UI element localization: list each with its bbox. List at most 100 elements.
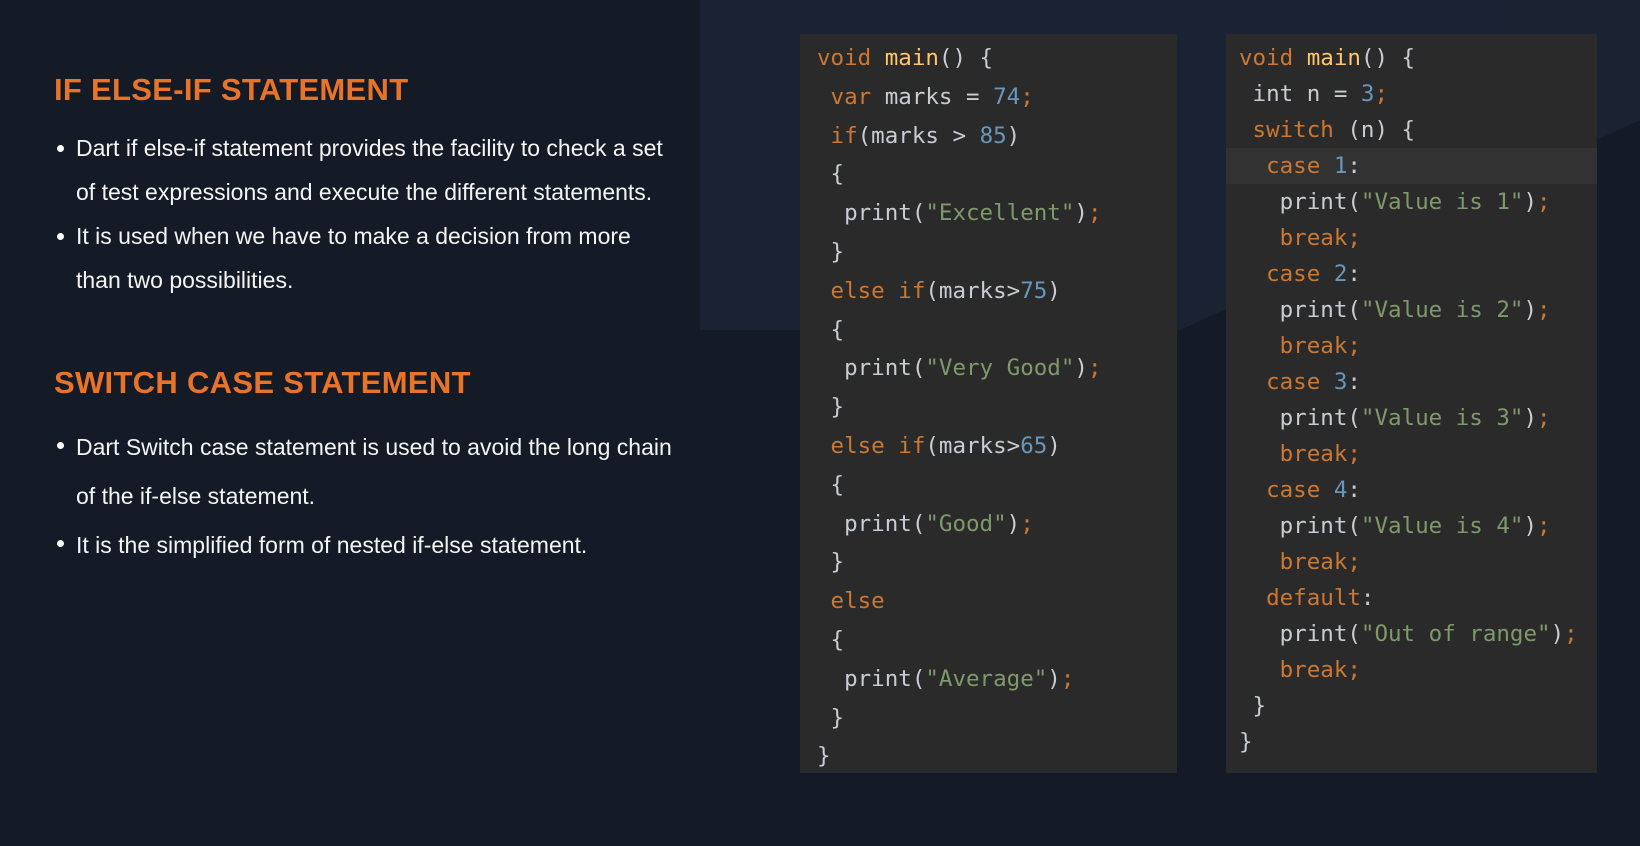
code-line: print("Very Good"); bbox=[800, 350, 1177, 386]
code-token: ) bbox=[1047, 277, 1061, 304]
code-token: ; bbox=[1087, 200, 1102, 227]
code-token: : bbox=[1347, 369, 1361, 395]
code-line: } bbox=[800, 738, 1177, 774]
code-token: ; bbox=[1537, 297, 1551, 323]
code-token: else if bbox=[830, 433, 926, 459]
code-line: break; bbox=[1226, 652, 1597, 688]
code-token: ) bbox=[1523, 297, 1538, 323]
code-token: void bbox=[817, 45, 885, 71]
code-line: case 3: bbox=[1226, 364, 1597, 400]
bullet-list: Dart Switch case statement is used to av… bbox=[54, 423, 754, 570]
code-token: print( bbox=[1239, 405, 1361, 431]
code-token: ) bbox=[1550, 621, 1565, 647]
code-token: () { bbox=[1360, 45, 1416, 71]
code-token: 85 bbox=[979, 122, 1007, 149]
code-token: ; bbox=[1564, 621, 1578, 647]
code-token: 1 bbox=[1333, 153, 1348, 179]
code-token: (marks> bbox=[925, 277, 1021, 304]
code-line: switch (n) { bbox=[1226, 112, 1597, 148]
code-token: ; bbox=[1020, 83, 1034, 110]
bullet-list: Dart if else-if statement provides the f… bbox=[54, 126, 754, 302]
code-token: ) bbox=[1006, 510, 1021, 537]
code-token: 75 bbox=[1020, 277, 1048, 304]
code-panel-switch: void main() { int n = 3; switch (n) { ca… bbox=[1226, 34, 1597, 773]
code-token: : bbox=[1347, 477, 1361, 503]
code-token: ; bbox=[1537, 189, 1551, 215]
code-line: break; bbox=[1226, 436, 1597, 472]
code-token: } bbox=[1239, 729, 1253, 755]
code-token: print( bbox=[817, 510, 926, 537]
bullet-item: Dart Switch case statement is used to av… bbox=[54, 423, 754, 521]
code-token: if bbox=[830, 122, 858, 149]
code-token: } bbox=[817, 704, 845, 731]
bullet-item: It is the simplified form of nested if-e… bbox=[54, 521, 754, 570]
code-token: "Value is 2" bbox=[1360, 297, 1524, 323]
code-line: } bbox=[1226, 724, 1597, 760]
code-line: print("Value is 4"); bbox=[1226, 508, 1597, 544]
code-token: "Excellent" bbox=[925, 200, 1075, 227]
code-token: "Value is 1" bbox=[1360, 189, 1524, 215]
section-title: IF ELSE-IF STATEMENT bbox=[54, 72, 409, 107]
code-token: case bbox=[1266, 369, 1334, 395]
code-token: 4 bbox=[1333, 477, 1348, 503]
code-token: print( bbox=[1239, 297, 1361, 323]
code-line: break; bbox=[1226, 544, 1597, 580]
code-token: } bbox=[1239, 693, 1267, 719]
code-line: break; bbox=[1226, 328, 1597, 364]
bullet-item: Dart if else-if statement provides the f… bbox=[54, 126, 754, 214]
code-token: "Very Good" bbox=[925, 355, 1075, 382]
code-line: } bbox=[800, 700, 1177, 736]
code-token: (marks> bbox=[925, 433, 1021, 459]
code-line: print("Average"); bbox=[800, 661, 1177, 697]
code-token: "Average" bbox=[925, 665, 1048, 692]
code-line: int n = 3; bbox=[1226, 76, 1597, 112]
code-token: break; bbox=[1279, 333, 1361, 359]
code-token: : bbox=[1347, 261, 1361, 287]
bullet-item: It is used when we have to make a decisi… bbox=[54, 214, 754, 302]
code-line: void main() { bbox=[800, 40, 1177, 76]
code-line: print("Value is 2"); bbox=[1226, 292, 1597, 328]
code-token: ; bbox=[1020, 510, 1034, 537]
code-token: "Good" bbox=[925, 510, 1007, 537]
code-token: () { bbox=[938, 45, 994, 71]
code-token: { bbox=[817, 316, 845, 343]
code-token: ) bbox=[1047, 433, 1061, 459]
code-token: 2 bbox=[1333, 261, 1348, 287]
code-token: ; bbox=[1087, 355, 1102, 382]
code-line: print("Value is 3"); bbox=[1226, 400, 1597, 436]
code-token: 3 bbox=[1360, 81, 1375, 107]
code-line: } bbox=[1226, 688, 1597, 724]
code-token: ; bbox=[1537, 513, 1551, 539]
code-token: case bbox=[1266, 477, 1334, 503]
code-token: (marks > bbox=[857, 122, 980, 149]
code-token: (n) { bbox=[1333, 117, 1416, 143]
code-line: default: bbox=[1226, 580, 1597, 616]
code-token: ) bbox=[1074, 355, 1088, 382]
code-line: print("Excellent"); bbox=[800, 195, 1177, 231]
code-token: main bbox=[884, 45, 939, 71]
code-token: ) bbox=[1047, 665, 1061, 692]
code-token: break; bbox=[1279, 549, 1361, 575]
code-line: } bbox=[800, 389, 1177, 425]
section-title: SWITCH CASE STATEMENT bbox=[54, 365, 471, 400]
code-line: void main() { bbox=[1226, 40, 1597, 76]
code-token: } bbox=[817, 743, 831, 770]
code-token: switch bbox=[1252, 117, 1334, 143]
code-token: } bbox=[817, 394, 845, 421]
code-token: : bbox=[1360, 585, 1375, 611]
code-line: else if(marks>65) bbox=[800, 428, 1177, 464]
code-token: print( bbox=[817, 355, 926, 382]
code-token: case bbox=[1266, 153, 1334, 179]
